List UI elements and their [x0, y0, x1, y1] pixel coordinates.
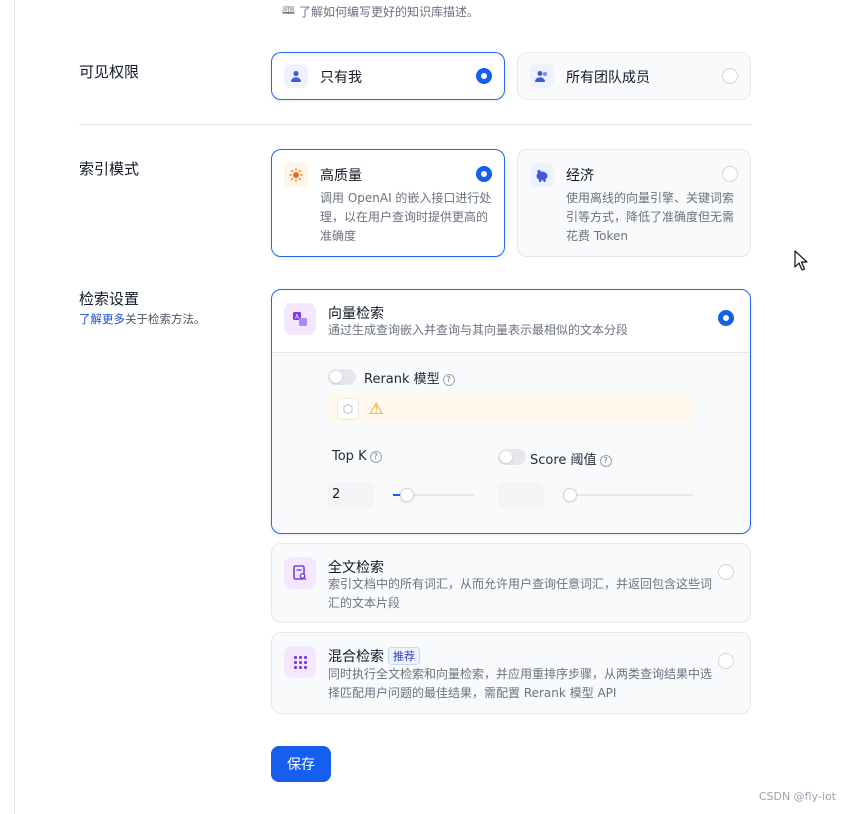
index-mode-option-economy[interactable]: 经济 使用离线的向量引擎、关键词索 引等方式，降低了准确度但无需 花费 Toke… — [517, 149, 751, 257]
piggy-bank-icon — [530, 163, 554, 187]
visibility-label: 可见权限 — [79, 63, 140, 81]
radio-selected[interactable] — [476, 68, 492, 84]
option-label: 所有团队成员 — [566, 70, 650, 86]
section-divider — [79, 124, 751, 125]
rerank-label: Rerank 模型? — [364, 368, 455, 387]
radio-selected[interactable] — [476, 166, 492, 182]
radio-unselected[interactable] — [722, 166, 738, 182]
watermark: CSDN @fly-iot — [758, 790, 836, 803]
learn-more-suffix: 关于检索方法。 — [125, 312, 206, 326]
option-label: 高质量 — [320, 168, 362, 184]
warning-icon: ⚠ — [369, 399, 384, 418]
help-icon[interactable]: ? — [369, 451, 382, 463]
retrieval-settings-sub: 了解更多关于检索方法。 — [79, 311, 206, 327]
rerank-toggle[interactable] — [328, 369, 356, 385]
score-slider-thumb[interactable] — [563, 488, 577, 502]
cube-icon[interactable]: ⬡ — [337, 398, 359, 420]
left-divider — [14, 0, 15, 814]
radio-unselected[interactable] — [722, 68, 738, 84]
document-search-icon — [284, 557, 316, 589]
grid-dots-icon — [284, 646, 316, 678]
score-threshold-toggle[interactable] — [498, 449, 526, 465]
visibility-option-only-me[interactable]: 只有我 — [271, 52, 505, 100]
visibility-option-all-members[interactable]: 所有团队成员 — [517, 52, 751, 100]
book-icon: 🕮 — [282, 4, 295, 17]
help-icon[interactable]: ? — [442, 374, 455, 386]
index-mode-label: 索引模式 — [79, 160, 140, 178]
tip-text: 了解如何编写更好的知识库描述。 — [298, 5, 479, 19]
option-description: 使用离线的向量引擎、关键词索 引等方式，降低了准确度但无需 花费 Token — [566, 191, 735, 243]
recommended-badge: 推荐 — [388, 647, 420, 665]
score-threshold-label: Score 阈值? — [530, 449, 612, 468]
index-mode-option-high-quality[interactable]: 高质量 调用 OpenAI 的嵌入接口进行处 理，以在用户查询时提供更高的 准确… — [271, 149, 505, 257]
option-description: 索引文档中的所有词汇，从而允许用户查询任意词汇，并返回包含这些词 汇的文本片段 — [328, 577, 713, 610]
topk-slider-thumb[interactable] — [400, 488, 415, 502]
retrieval-option-hybrid[interactable]: 混合检索 推荐 同时执行全文检索和向量检索，并应用重排序步骤，从两类查询结果中选 … — [271, 632, 751, 714]
option-description: 通过生成查询嵌入并查询与其向量表示最相似的文本分段 — [328, 323, 629, 337]
option-title: 向量检索 — [328, 306, 384, 322]
radio-unselected[interactable] — [718, 564, 734, 580]
option-description: 同时执行全文检索和向量检索，并应用重排序步骤，从两类查询结果中选 择匹配用户问题… — [328, 667, 713, 700]
translate-icon: A — [284, 303, 316, 335]
score-slider-track[interactable] — [563, 494, 693, 496]
mouse-cursor-icon — [794, 250, 808, 271]
topk-input[interactable]: 2 — [328, 482, 374, 508]
user-icon — [284, 64, 308, 88]
topk-label: Top K? — [332, 449, 382, 464]
team-icon — [530, 64, 554, 88]
description-tip[interactable]: 🕮 了解如何编写更好的知识库描述。 — [282, 2, 479, 21]
retrieval-option-fulltext[interactable]: 全文检索 索引文档中的所有词汇，从而允许用户查询任意词汇，并返回包含这些词 汇的… — [271, 543, 751, 623]
option-label: 只有我 — [320, 70, 362, 86]
option-title: 混合检索 推荐 — [328, 646, 420, 666]
learn-more-link[interactable]: 了解更多 — [79, 312, 125, 326]
save-button[interactable]: 保存 — [271, 746, 331, 782]
option-title: 全文检索 — [328, 560, 384, 576]
radio-selected[interactable] — [718, 310, 734, 326]
radio-unselected[interactable] — [718, 653, 734, 669]
help-icon[interactable]: ? — [599, 455, 612, 467]
option-description: 调用 OpenAI 的嵌入接口进行处 理，以在用户查询时提供更高的 准确度 — [320, 191, 492, 243]
option-label: 经济 — [566, 168, 594, 184]
score-threshold-input[interactable] — [498, 482, 544, 508]
sun-icon — [284, 163, 308, 187]
retrieval-settings-label: 检索设置 — [79, 290, 140, 308]
